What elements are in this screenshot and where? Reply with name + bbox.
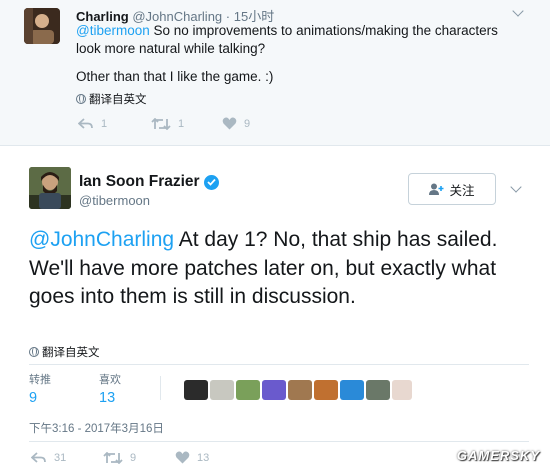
reply-retweet-count: 1 <box>178 117 185 130</box>
liker-avatar[interactable] <box>210 380 234 400</box>
watermark: GAMERSKY <box>456 448 540 463</box>
reply-author-avatar[interactable] <box>24 8 60 44</box>
tweet-reply-count: 31 <box>54 451 67 464</box>
tweet-translate-link[interactable]: 翻译自英文 <box>29 344 100 360</box>
liker-avatar[interactable] <box>262 380 286 400</box>
heart-icon <box>222 117 237 130</box>
retweets-value: 9 <box>29 390 38 406</box>
caret-down-icon[interactable] <box>512 5 524 17</box>
tweet-stats: 转推 9 喜欢 13 <box>29 371 169 406</box>
follow-button[interactable]: 关注 <box>408 173 496 205</box>
follow-user-icon <box>429 183 444 195</box>
tweet-like-count: 13 <box>197 451 210 464</box>
tweet-translate-label: 翻译自英文 <box>42 347 100 359</box>
tweet-reply-button[interactable]: 31 <box>31 452 103 464</box>
likes-value: 13 <box>99 390 116 406</box>
reply-icon <box>31 451 46 463</box>
verified-icon <box>203 174 219 190</box>
tweet-author-name[interactable]: Ian Soon Frazier <box>79 173 200 191</box>
heart-icon <box>175 451 190 464</box>
tweet-like-button[interactable]: 13 <box>175 451 209 464</box>
tweet-text: @JohnCharling At day 1? No, that ship ha… <box>29 226 529 312</box>
reply-icon <box>78 117 93 129</box>
tweet-retweet-count: 9 <box>130 451 137 464</box>
reply-tweet[interactable]: Charling @JohnCharling · 15小时 @tibermoon… <box>0 0 550 146</box>
globe-icon <box>29 347 39 357</box>
tweet-author-name-row[interactable]: Ian Soon Frazier <box>79 173 219 191</box>
liker-avatar[interactable] <box>392 380 412 400</box>
divider <box>160 376 161 400</box>
reply-reply-count: 1 <box>101 117 108 130</box>
tweet-author-handle[interactable]: @tibermoon <box>79 193 150 208</box>
liker-avatar[interactable] <box>184 380 208 400</box>
likes-stat[interactable]: 喜欢 13 <box>99 371 169 406</box>
tweet-timestamp[interactable]: 下午3:16 - 2017年3月16日 <box>29 420 164 436</box>
reply-like-button[interactable]: 9 <box>222 117 250 130</box>
reply-reply-button[interactable]: 1 <box>78 118 151 130</box>
retweet-icon <box>103 451 123 464</box>
caret-down-icon[interactable] <box>510 181 522 193</box>
liker-avatar[interactable] <box>236 380 260 400</box>
globe-icon <box>76 94 86 104</box>
liker-avatar[interactable] <box>340 380 364 400</box>
reply-retweet-button[interactable]: 1 <box>151 117 222 130</box>
reply-action-bar: 1 1 9 <box>78 117 250 130</box>
retweets-stat[interactable]: 转推 9 <box>29 371 99 406</box>
retweets-label: 转推 <box>29 374 51 386</box>
tweet-action-bar: 31 9 13 <box>31 451 209 464</box>
tweet-mention-link[interactable]: @JohnCharling <box>29 228 174 251</box>
likes-label: 喜欢 <box>99 374 121 386</box>
liker-avatar[interactable] <box>314 380 338 400</box>
reply-translate-link[interactable]: 翻译自英文 <box>76 91 147 107</box>
reply-translate-label: 翻译自英文 <box>89 94 147 106</box>
liker-avatar[interactable] <box>288 380 312 400</box>
follow-button-label: 关注 <box>449 183 475 198</box>
liker-avatars <box>184 380 412 400</box>
divider <box>29 364 529 365</box>
reply-text-second: Other than that I like the game. :) <box>76 69 274 84</box>
retweet-icon <box>151 117 171 130</box>
tweet-author-avatar[interactable] <box>29 167 71 209</box>
reply-like-count: 9 <box>244 117 251 130</box>
reply-mention-link[interactable]: @tibermoon <box>76 23 150 38</box>
liker-avatar[interactable] <box>366 380 390 400</box>
reply-text: @tibermoon So no improvements to animati… <box>76 22 516 58</box>
divider <box>29 441 529 442</box>
tweet-retweet-button[interactable]: 9 <box>103 451 175 464</box>
